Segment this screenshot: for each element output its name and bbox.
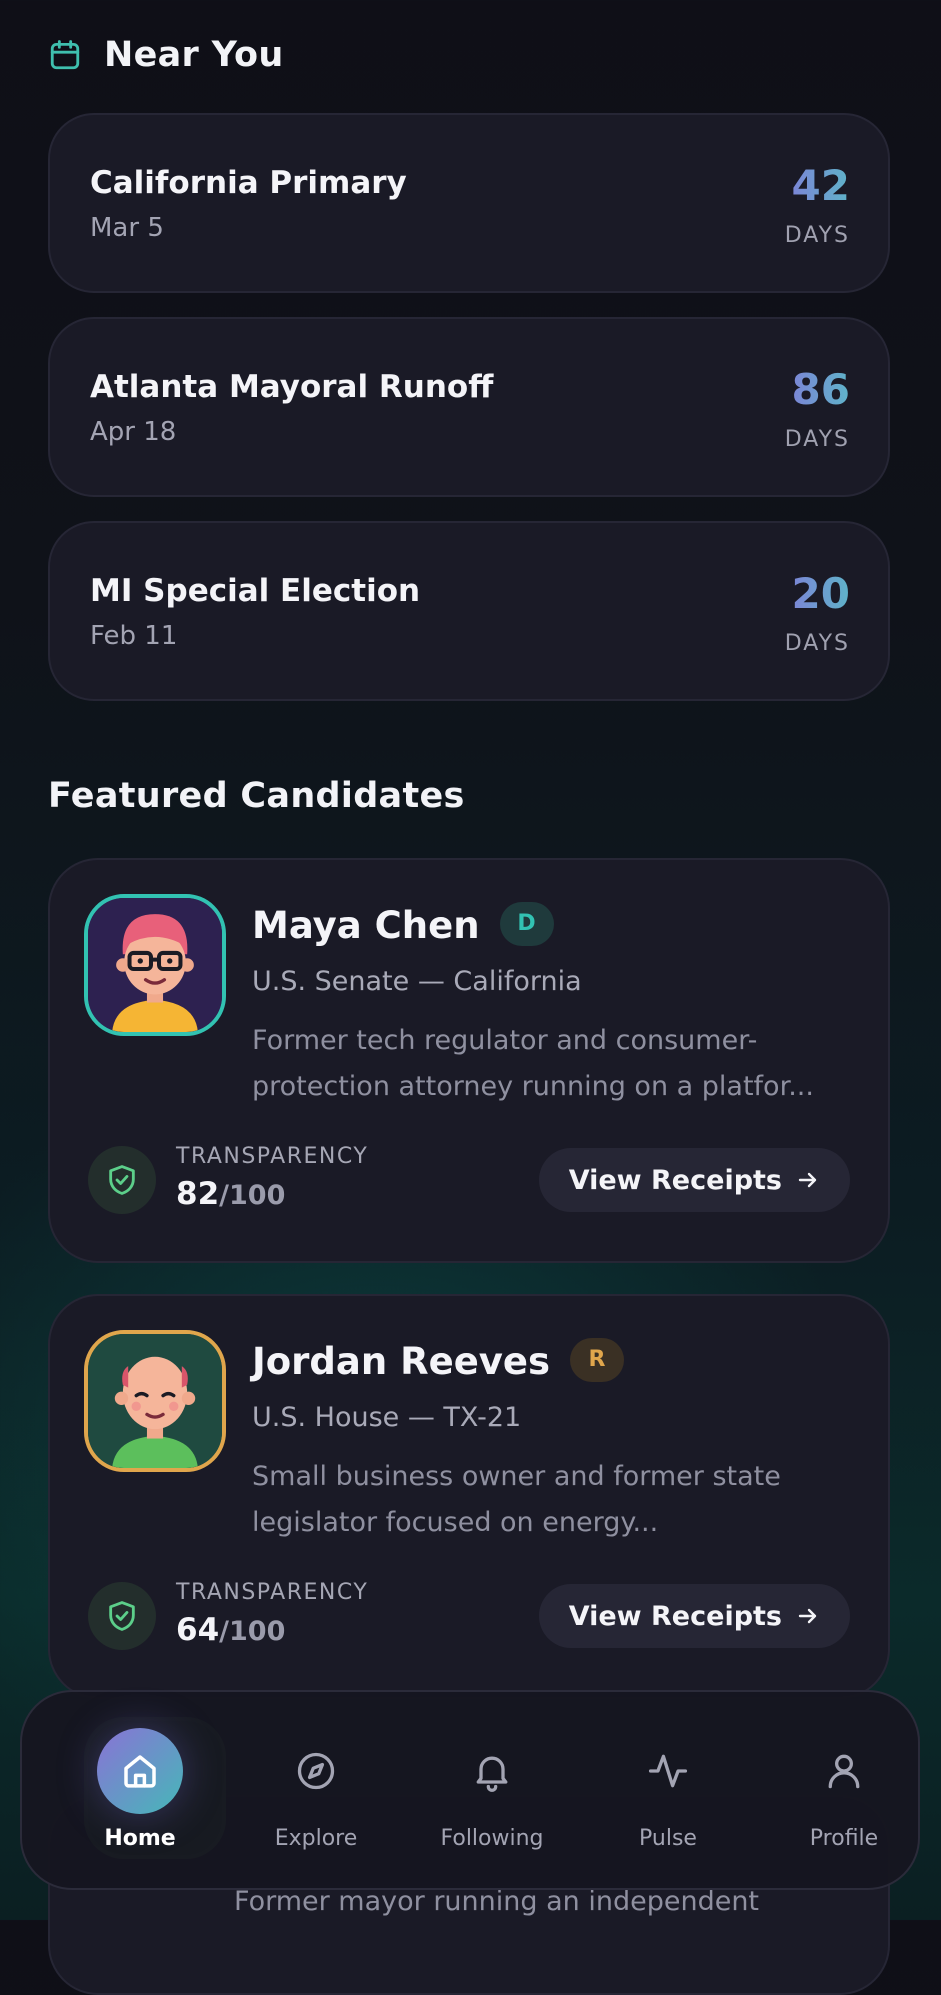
party-badge: D: [499, 901, 554, 946]
nav-pulse[interactable]: Pulse: [580, 1692, 756, 1888]
event-card[interactable]: MI Special Election Feb 11 20 DAYS: [48, 521, 890, 701]
featured-candidates-title: Featured Candidates: [48, 776, 465, 816]
view-receipts-label: View Receipts: [568, 1600, 782, 1632]
nav-label: Explore: [274, 1826, 358, 1851]
transparency-badge: [88, 1146, 156, 1214]
arrow-right-icon: [798, 1608, 817, 1624]
arrow-right-icon: [798, 1172, 817, 1188]
candidate-name: Jordan Reeves: [252, 1340, 551, 1383]
candidate-office: U.S. Senate — California: [252, 966, 582, 997]
compass-icon: [273, 1728, 359, 1814]
nav-profile[interactable]: Profile: [756, 1692, 932, 1888]
nav-following[interactable]: Following: [404, 1692, 580, 1888]
days-label: DAYS: [784, 427, 850, 452]
calendar-icon: [50, 40, 80, 70]
score-value: 64: [176, 1612, 220, 1648]
candidate-card[interactable]: Maya Chen D U.S. Senate — California Form…: [48, 858, 890, 1263]
transparency-label: TRANSPARENCY: [176, 1580, 369, 1605]
shield-check-icon: [109, 1601, 135, 1631]
view-receipts-label: View Receipts: [568, 1164, 782, 1196]
event-name: California Primary: [90, 165, 407, 201]
days-count: 86: [791, 365, 850, 414]
transparency-badge: [88, 1582, 156, 1650]
candidate-bio: Small business owner and former state le…: [252, 1461, 781, 1538]
nav-label: Home: [104, 1826, 176, 1851]
event-date: Apr 18: [90, 417, 177, 447]
event-name: Atlanta Mayoral Runoff: [90, 369, 494, 405]
days-label: DAYS: [784, 223, 850, 248]
avatar: [84, 894, 226, 1036]
candidate-bio-partial: Former mayor running an independent: [234, 1886, 760, 1917]
view-receipts-button[interactable]: View Receipts: [538, 1584, 850, 1648]
event-date: Mar 5: [90, 213, 164, 243]
candidate-card[interactable]: Jordan Reeves R U.S. House — TX-21 Small …: [48, 1294, 890, 1699]
transparency-label: TRANSPARENCY: [176, 1144, 369, 1169]
candidate-name-row: Jordan Reeves R: [252, 1337, 625, 1386]
event-date: Feb 11: [90, 621, 178, 651]
nav-home[interactable]: Home: [52, 1692, 228, 1888]
bell-icon: [449, 1728, 535, 1814]
avatar: [84, 1330, 226, 1472]
nav-label: Pulse: [639, 1826, 697, 1851]
nav-label: Following: [440, 1826, 544, 1851]
transparency-score: 82/100: [176, 1176, 285, 1212]
event-card[interactable]: Atlanta Mayoral Runoff Apr 18 86 DAYS: [48, 317, 890, 497]
bottom-nav: Home Explore Following Pulse Profile: [20, 1690, 920, 1890]
score-value: 82: [176, 1176, 220, 1212]
party-badge: R: [570, 1337, 625, 1382]
shield-check-icon: [109, 1165, 135, 1195]
near-you-title: Near You: [104, 35, 284, 75]
user-icon: [801, 1728, 887, 1814]
near-you-header: Near You: [48, 28, 284, 82]
candidate-bio: Former tech regulator and consumer-prote…: [252, 1025, 814, 1102]
nav-label: Profile: [809, 1826, 879, 1851]
nav-explore[interactable]: Explore: [228, 1692, 404, 1888]
score-max: /100: [219, 1616, 286, 1647]
event-card[interactable]: California Primary Mar 5 42 DAYS: [48, 113, 890, 293]
candidate-office: U.S. House — TX-21: [252, 1402, 522, 1433]
transparency-score: 64/100: [176, 1612, 285, 1648]
days-label: DAYS: [784, 631, 850, 656]
days-count: 20: [791, 569, 850, 618]
event-name: MI Special Election: [90, 573, 421, 609]
candidate-name: Maya Chen: [252, 904, 480, 947]
candidate-name-row: Maya Chen D: [252, 901, 554, 950]
days-count: 42: [791, 161, 850, 210]
view-receipts-button[interactable]: View Receipts: [538, 1148, 850, 1212]
score-max: /100: [219, 1180, 286, 1211]
pulse-icon: [625, 1728, 711, 1814]
home-icon: [97, 1728, 183, 1814]
